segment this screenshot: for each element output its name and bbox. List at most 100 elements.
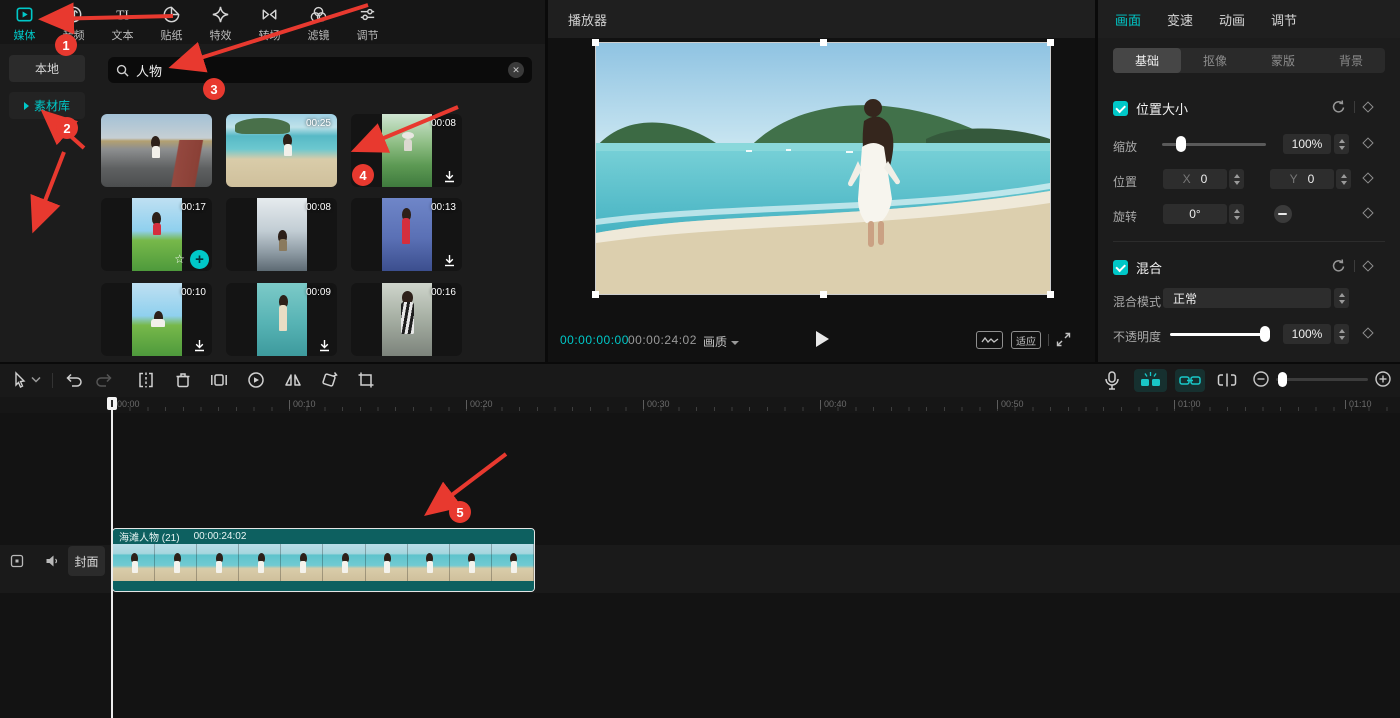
blend-mode-stepper[interactable] [1334,288,1349,308]
fullscreen-icon[interactable] [1056,332,1071,347]
keyframe-icon[interactable] [1362,260,1373,271]
tab-animation[interactable]: 动画 [1219,10,1245,29]
cover-button[interactable]: 封面 [68,546,105,576]
tab-adjustment[interactable]: 调节 [1271,10,1297,29]
download-icon[interactable] [318,339,331,352]
opacity-slider-handle[interactable] [1260,326,1270,342]
download-icon[interactable] [443,254,456,267]
position-x-stepper[interactable] [1229,169,1244,189]
keyframe-icon[interactable] [1362,207,1373,218]
quality-dropdown[interactable]: 画质 [703,333,739,350]
keyframe-icon[interactable] [1362,172,1373,183]
scale-slider[interactable] [1162,143,1266,146]
download-icon[interactable] [193,339,206,352]
fit-button[interactable]: 适应 [1011,331,1041,349]
mirror-icon[interactable] [283,370,303,390]
split-icon[interactable] [136,370,156,390]
reset-icon[interactable] [1331,99,1346,114]
download-icon[interactable] [443,170,456,183]
add-to-track-button[interactable]: + [190,250,209,269]
reset-icon[interactable] [1331,258,1346,273]
resize-handle-bottom-left[interactable] [592,291,599,298]
blend-mode-dropdown[interactable]: 正常 [1163,288,1331,308]
star-icon[interactable]: ☆ [174,252,185,266]
mute-track-icon[interactable] [45,554,60,568]
timeline-ruler[interactable]: 00:00 00:10 00:20 00:30 00:40 00:50 01:0… [0,397,1400,413]
undo-icon[interactable] [64,370,84,390]
media-item-7[interactable]: 00:10 [101,283,212,356]
chevron-down-icon[interactable] [31,376,41,383]
subtab-background[interactable]: 背景 [1317,48,1385,73]
timeline-tracks[interactable]: 封面 海滩人物 (21) 00:00:24:02 [0,413,1400,718]
resize-handle-top-right[interactable] [1047,39,1054,46]
position-size-checkbox[interactable] [1113,101,1128,116]
timeline-zoom-slider[interactable] [1276,378,1368,381]
subtab-basic[interactable]: 基础 [1113,48,1181,73]
search-clear-button[interactable]: ✕ [508,62,524,78]
media-item-4[interactable]: 00:17 ☆ + [101,198,212,271]
resize-handle-bottom-center[interactable] [820,291,827,298]
rotate-stepper[interactable] [1229,204,1244,224]
subtab-keying[interactable]: 抠像 [1181,48,1249,73]
sidebar-item-material-library[interactable]: 素材库 [9,92,85,119]
resize-handle-bottom-right[interactable] [1047,291,1054,298]
scale-value-field[interactable]: 100% [1283,134,1331,154]
tab-speed[interactable]: 变速 [1167,10,1193,29]
crop-icon[interactable] [356,370,376,390]
rotate-icon[interactable] [319,370,339,390]
resize-handle-top-center[interactable] [820,39,827,46]
tab-sticker[interactable]: 贴纸 [147,0,196,44]
tab-text[interactable]: TI 文本 [98,0,147,44]
tab-adjust[interactable]: 调节 [343,0,392,44]
keyframe-icon[interactable] [1362,137,1373,148]
blend-checkbox[interactable] [1113,260,1128,275]
linkage-toggle[interactable] [1175,369,1205,392]
delete-icon[interactable] [173,370,193,390]
tab-filter[interactable]: 滤镜 [294,0,343,44]
playhead-handle[interactable] [107,397,117,410]
record-voiceover-icon[interactable] [1103,370,1121,391]
media-item-8[interactable]: 00:09 [226,283,337,356]
tab-effects[interactable]: 特效 [196,0,245,44]
reverse-icon[interactable] [246,370,266,390]
select-tool-icon[interactable] [10,370,30,390]
zoom-out-icon[interactable] [1252,370,1270,388]
position-x-field[interactable]: X 0 [1163,169,1227,189]
opacity-slider[interactable] [1170,333,1270,336]
scale-slider-handle[interactable] [1176,136,1186,152]
position-y-field[interactable]: Y 0 [1270,169,1334,189]
freeze-frame-icon[interactable] [209,370,229,390]
auto-snap-toggle[interactable] [1134,369,1167,392]
search-input[interactable]: 人物 ✕ [108,57,532,83]
tab-media[interactable]: 媒体 [0,0,49,44]
playhead[interactable] [111,397,113,718]
fit-timeline-icon[interactable] [1216,370,1238,390]
media-item-9[interactable]: 00:16 [351,283,462,356]
scale-stepper[interactable] [1334,134,1349,154]
keyframe-icon[interactable] [1362,327,1373,338]
subtab-mask[interactable]: 蒙版 [1249,48,1317,73]
sidebar-item-local[interactable]: 本地 [9,55,85,82]
video-preview[interactable] [595,42,1051,295]
timeline-zoom-handle[interactable] [1278,372,1287,387]
track-expand-icon[interactable] [10,554,24,568]
redo-icon[interactable] [94,370,114,390]
media-item-2[interactable]: 00:25 [226,114,337,187]
media-item-1[interactable] [101,114,212,187]
timeline-clip[interactable]: 海滩人物 (21) 00:00:24:02 [112,528,535,592]
media-item-6[interactable]: 00:13 [351,198,462,271]
position-y-stepper[interactable] [1336,169,1351,189]
thumbnail-striped-dress [382,283,432,356]
zoom-in-icon[interactable] [1374,370,1392,388]
tab-transition[interactable]: 转场 [245,0,294,44]
opacity-value-field[interactable]: 100% [1283,324,1331,344]
rotate-value-field[interactable]: 0° [1163,204,1227,224]
media-item-5[interactable]: 00:08 [226,198,337,271]
keyframe-icon[interactable] [1362,101,1373,112]
play-button[interactable] [816,331,829,347]
waveform-toggle-button[interactable] [976,331,1003,349]
resize-handle-top-left[interactable] [592,39,599,46]
rotation-knob[interactable] [1274,205,1292,223]
opacity-stepper[interactable] [1334,324,1349,344]
tab-picture[interactable]: 画面 [1115,10,1141,29]
